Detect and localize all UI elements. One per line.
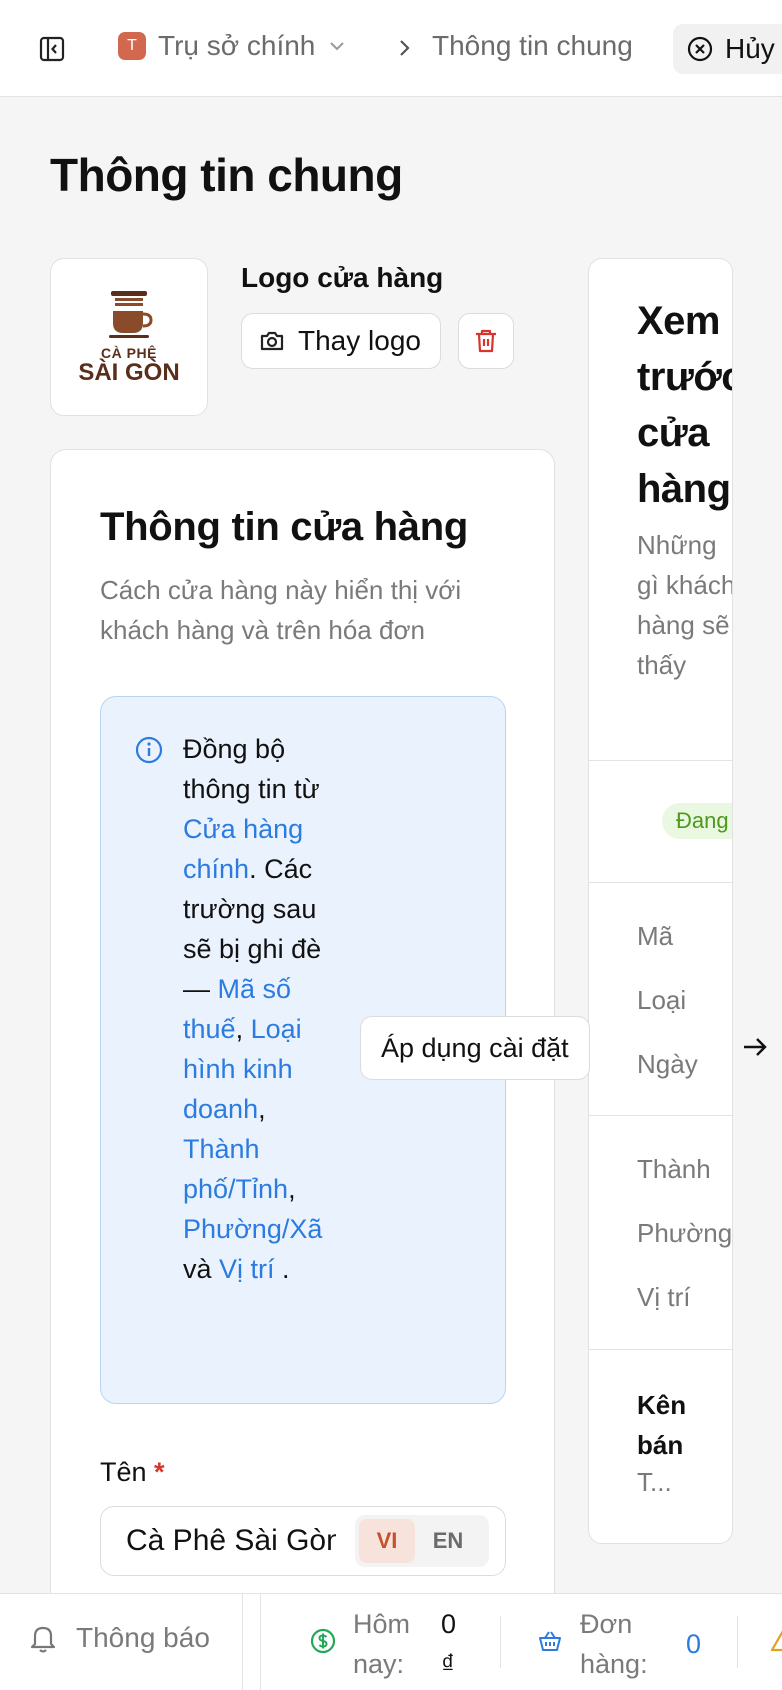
store-info-title: Thông tin cửa hàng	[100, 505, 468, 549]
required-marker: *	[154, 1457, 165, 1487]
divider	[737, 1616, 738, 1668]
orders-value: 0	[686, 1629, 702, 1659]
logo-section-label: Logo cửa hàng	[241, 262, 444, 293]
divider	[589, 1349, 732, 1350]
cancel-label: Hủy	[725, 33, 775, 64]
divider	[589, 882, 732, 883]
field-city-link[interactable]: Thành phố/Tỉnh	[183, 1134, 288, 1204]
store-preview-card: Xem trước cửa hàng Những gì khách hàng s…	[588, 258, 733, 1544]
dollar-circle-icon	[310, 1628, 336, 1654]
info-icon	[135, 736, 163, 764]
language-switch: VI EN	[355, 1515, 489, 1567]
bell-icon	[30, 1626, 56, 1653]
cancel-button[interactable]: Hủy	[673, 24, 782, 74]
logo-text-line2: SÀI GÒN	[78, 359, 180, 386]
breadcrumb-current: Thông tin chung	[432, 30, 633, 61]
preview-channel-value: T...	[637, 1467, 672, 1497]
field-location-link[interactable]: Vị trí	[219, 1254, 275, 1284]
change-logo-button[interactable]: Thay logo	[241, 313, 441, 369]
divider	[500, 1616, 501, 1668]
camera-icon	[260, 331, 284, 351]
divider	[242, 1594, 243, 1690]
divider	[589, 1115, 732, 1116]
divider	[589, 760, 732, 761]
store-info-subtitle: Cách cửa hàng này hiển thị với khách hàn…	[100, 575, 462, 645]
close-circle-icon	[687, 36, 713, 62]
preview-row-location: Vị trí	[637, 1282, 691, 1312]
bottom-status-bar: Thông báo Hôm nay: 0 ₫ Đơn hàng: 0	[0, 1593, 782, 1690]
lang-en-button[interactable]: EN	[415, 1519, 481, 1563]
field-ward-link[interactable]: Phường/Xã	[183, 1214, 322, 1244]
lang-vi-button[interactable]: VI	[359, 1519, 415, 1563]
orders-label: Đơn hàng:	[580, 1609, 648, 1679]
arrow-right-icon[interactable]	[740, 1032, 770, 1062]
preview-subtitle: Những gì khách hàng sẽ thấy	[637, 530, 733, 680]
page-title: Thông tin chung	[50, 149, 403, 201]
chevron-right-icon	[400, 40, 410, 56]
notifications-label: Thông báo	[76, 1622, 210, 1653]
store-switcher[interactable]: T Trụ sở chính	[118, 30, 347, 62]
preview-row-date: Ngày	[637, 1049, 698, 1079]
chevron-down-icon	[330, 42, 345, 51]
trash-icon	[476, 329, 496, 353]
store-name-input[interactable]: Cà Phê Sài Gòn VI EN	[100, 1506, 506, 1576]
sync-text-part: Đồng bộ thông tin từ	[183, 734, 320, 804]
change-logo-label: Thay logo	[298, 325, 421, 356]
divider	[260, 1594, 261, 1690]
basket-icon	[539, 1631, 561, 1651]
status-badge: Đang hoạt động	[662, 803, 732, 839]
top-bar: T Trụ sở chính Thông tin chung Hủy	[0, 0, 782, 97]
notifications-button[interactable]: Thông báo	[28, 1622, 210, 1654]
preview-row-type: Loại	[637, 985, 687, 1015]
sync-text-part: .	[274, 1254, 290, 1284]
name-label: Tên *	[100, 1457, 165, 1488]
coffee-cup-icon	[109, 291, 153, 338]
sync-text: Đồng bộ thông tin từ Cửa hàng chính. Các…	[183, 734, 323, 1284]
store-logo: CÀ PHÊ SÀI GÒN	[50, 258, 208, 416]
preview-row-ward: Phường	[637, 1218, 733, 1248]
delete-logo-button[interactable]	[458, 313, 514, 369]
warning-icon	[770, 1630, 782, 1652]
preview-row-tax: Mã	[637, 921, 674, 951]
name-label-text: Tên	[100, 1457, 147, 1487]
sidebar-toggle-icon[interactable]	[38, 35, 66, 63]
store-name-value: Cà Phê Sài Gòn	[126, 1524, 336, 1557]
store-name: Trụ sở chính	[158, 30, 316, 61]
preview-channel-title: Kênh bán	[637, 1390, 687, 1460]
apply-settings-button[interactable]: Áp dụng cài đặt	[360, 1016, 590, 1080]
today-revenue-label: Hôm nay:	[353, 1609, 411, 1679]
sync-text-part: và	[183, 1254, 220, 1284]
today-revenue-value: 0 ₫	[441, 1609, 457, 1679]
preview-row-city: Thành	[637, 1154, 711, 1184]
preview-title: Xem trước cửa hàng	[637, 299, 733, 511]
store-badge: T	[118, 32, 146, 60]
